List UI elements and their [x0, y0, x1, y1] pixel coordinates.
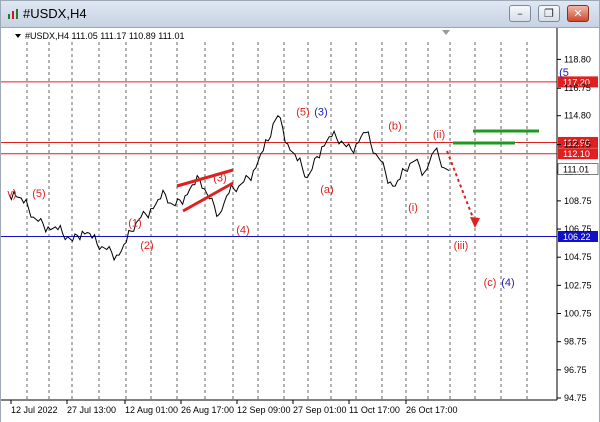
x-tick-label: 12 Jul 2022 [11, 405, 58, 415]
x-tick-label: 26 Aug 17:00 [181, 405, 234, 415]
y-tick-label: 102.75 [564, 280, 592, 290]
level-price-label: 112.10 [563, 149, 590, 159]
wave-label-red: (4) [236, 225, 249, 237]
x-tick-label: 12 Aug 01:00 [125, 405, 178, 415]
wave-label-red: (1) [128, 218, 141, 230]
wave-label-red: (iii) [454, 240, 469, 252]
x-tick-label: 12 Sep 09:00 [237, 405, 291, 415]
y-tick-label: 106.75 [564, 224, 592, 234]
wave-label-red: v) [7, 188, 16, 200]
x-tick-label: 27 Jul 13:00 [67, 405, 116, 415]
price-chart[interactable]: 117.20112.90112.10106.22118.80116.75114.… [1, 28, 599, 422]
wave-label-blue: (4) [501, 277, 514, 289]
wave-label-red: (i) [408, 202, 418, 214]
x-tick-label: 26 Oct 17:00 [406, 405, 458, 415]
y-tick-label: 116.75 [564, 83, 591, 93]
y-tick-label: 118.80 [564, 54, 591, 64]
y-tick-label: 108.75 [564, 196, 592, 206]
wave-label-red: (c) [484, 277, 497, 289]
wave-label-blue: (3) [314, 106, 327, 118]
wave-label-red: (b) [388, 121, 401, 133]
minimize-button[interactable]: – [509, 5, 531, 22]
title-bar[interactable]: #USDX,H4 – ❐ ✕ [1, 1, 599, 28]
y-tick-label: 104.75 [564, 252, 592, 262]
restore-button[interactable]: ❐ [538, 5, 560, 22]
window-title: #USDX,H4 [23, 6, 87, 21]
wave-label-red: (ii) [433, 129, 445, 141]
y-tick-label: 94.75 [564, 393, 587, 403]
wave-label-red: (5) [296, 106, 309, 118]
y-tick-label: 98.75 [564, 337, 587, 347]
close-button[interactable]: ✕ [567, 5, 589, 22]
wave-label-red: (3) [213, 173, 226, 185]
y-tick-label: 114.80 [564, 111, 591, 121]
wave-label-red: (2) [140, 240, 153, 252]
y-tick-label: 96.75 [564, 365, 587, 375]
last-price-label: 111.01 [563, 165, 589, 175]
wave-label-red: (a) [320, 184, 333, 196]
x-tick-label: 27 Sep 01:00 [293, 405, 347, 415]
chart-window-icon [8, 9, 18, 19]
x-tick-label: 11 Oct 17:00 [349, 405, 400, 415]
wave-label-red: (5) [32, 188, 45, 200]
symbol-info: #USDX,H4 111.05 111.17 110.89 111.01 [25, 31, 184, 41]
wave-label-blue: (5 [559, 67, 569, 79]
chart-window: #USDX,H4 – ❐ ✕ 117.20 112.90 112.10 106.22 1… [0, 0, 600, 422]
y-tick-label: 100.75 [564, 309, 592, 319]
y-tick-label: 112.75 [564, 140, 591, 150]
